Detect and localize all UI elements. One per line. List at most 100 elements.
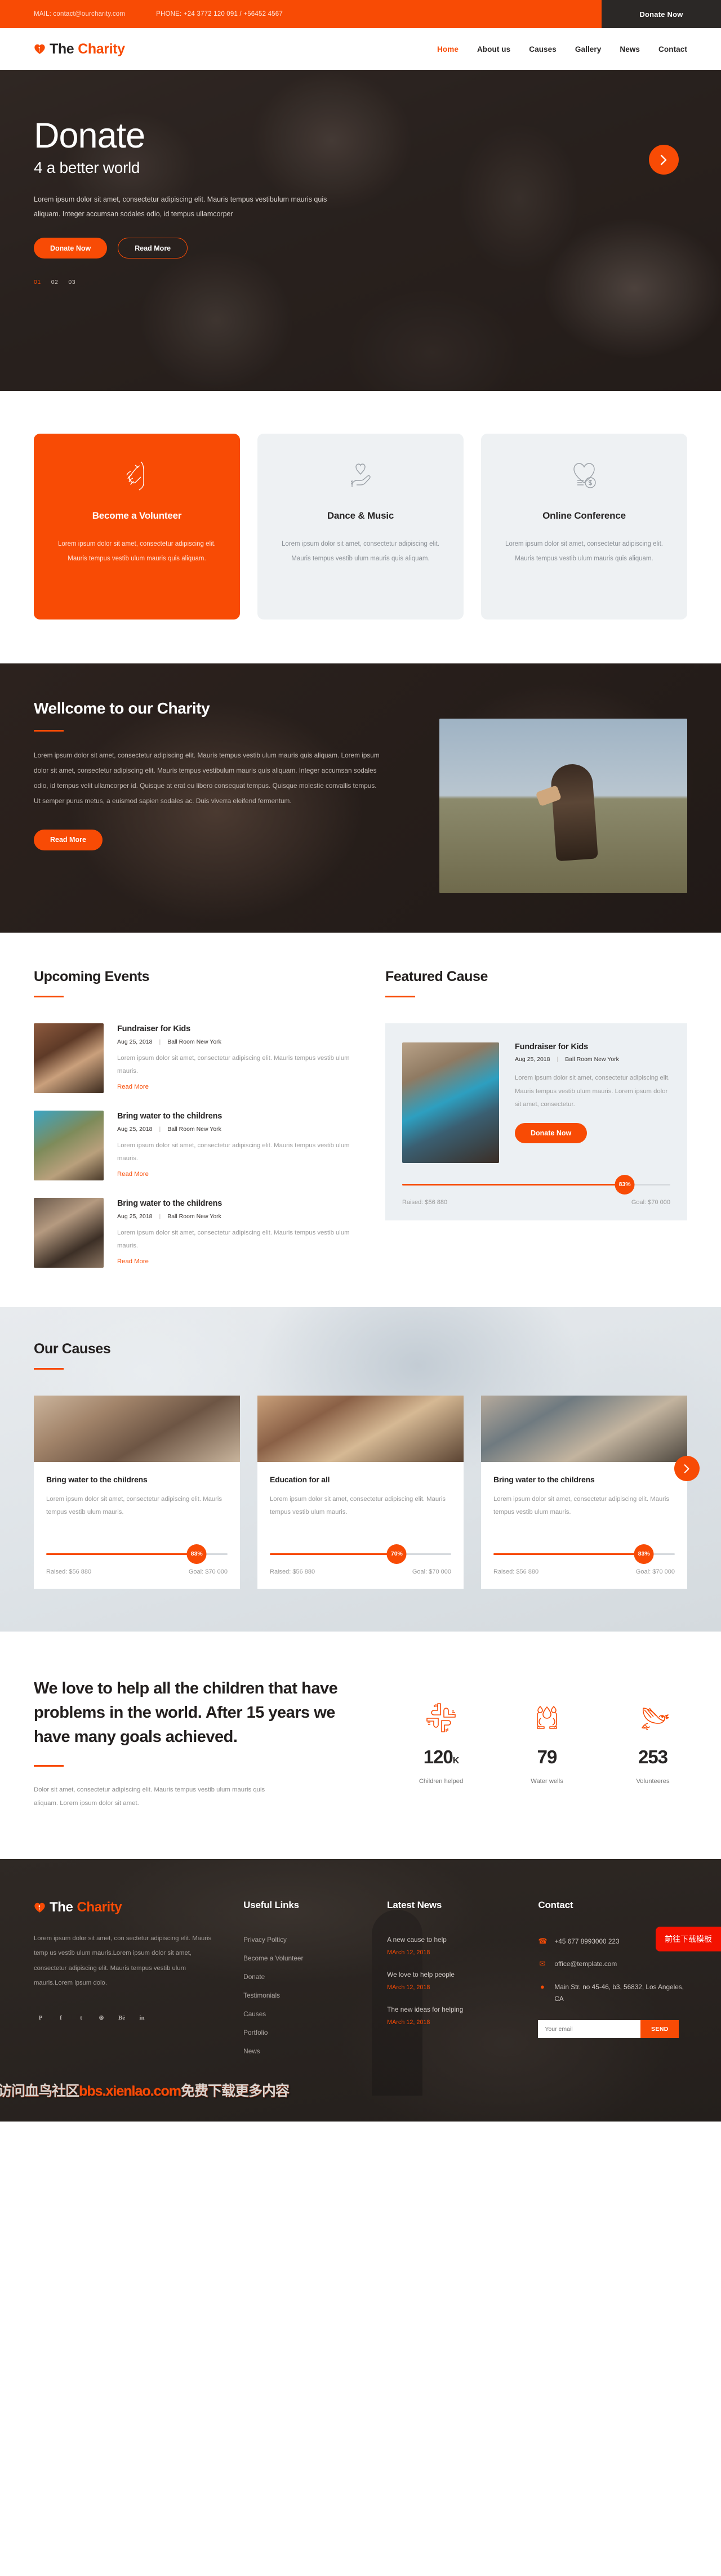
event-list-item[interactable]: Fundraiser for Kids Aug 25, 2018 | Ball … bbox=[34, 1023, 356, 1093]
footer-logo-the: The bbox=[50, 1899, 73, 1915]
topbar-donate-button[interactable]: Donate Now bbox=[602, 0, 721, 28]
topbar-mail: MAIL: contact@ourcharity.com bbox=[34, 11, 126, 17]
welcome-paragraph: Lorem ipsum dolor sit amet, consectetur … bbox=[34, 751, 380, 805]
newsletter-email-input[interactable] bbox=[538, 2020, 641, 2039]
event-readmore-link[interactable]: Read More bbox=[117, 1084, 149, 1090]
cause-title: Education for all bbox=[270, 1475, 330, 1484]
footer-link-testimonials[interactable]: Testimonials bbox=[243, 1991, 369, 1999]
site-logo[interactable]: The Charity bbox=[34, 41, 125, 57]
hero-slide-01[interactable]: 01 bbox=[34, 279, 41, 286]
hero-readmore-button[interactable]: Read More bbox=[118, 238, 188, 259]
cause-progress-bar: 70% bbox=[270, 1544, 451, 1564]
footer-phone-text: +45 677 8993000 223 bbox=[554, 1937, 620, 1945]
welcome-image-subject bbox=[550, 763, 599, 861]
causes-next-button[interactable] bbox=[674, 1456, 700, 1481]
featured-donate-button[interactable]: Donate Now bbox=[515, 1123, 588, 1144]
footer-link-privacy[interactable]: Privacy Polticy bbox=[243, 1936, 369, 1944]
event-place: Ball Room New York bbox=[167, 1039, 221, 1045]
hero-next-slide-button[interactable] bbox=[649, 145, 679, 175]
cause-progress-bar: 83% bbox=[493, 1544, 675, 1564]
stat-value: 253 bbox=[638, 1746, 668, 1767]
chevron-right-icon bbox=[660, 154, 667, 165]
nav-item-about-us[interactable]: About us bbox=[477, 45, 510, 54]
footer-news-item[interactable]: A new cause to help MArch 12, 2018 bbox=[387, 1936, 520, 1956]
nav-item-news[interactable]: News bbox=[620, 45, 640, 54]
linkedin-icon[interactable]: in bbox=[135, 2011, 149, 2025]
watermark-site: bbs.xienlao.com bbox=[79, 2083, 181, 2099]
cause-progress-bar: 83% bbox=[46, 1544, 228, 1564]
hero-slider: Donate 4 a better world Lorem ipsum dolo… bbox=[0, 70, 721, 391]
footer-logo[interactable]: The Charity bbox=[34, 1900, 225, 1915]
cause-card[interactable]: Education for all Lorem ipsum dolor sit … bbox=[257, 1396, 464, 1589]
meta-separator: | bbox=[557, 1056, 559, 1063]
event-text: Lorem ipsum dolor sit amet, consectetur … bbox=[117, 1142, 350, 1162]
dribbble-icon[interactable]: ⊛ bbox=[95, 2011, 108, 2025]
progress-fill bbox=[493, 1553, 644, 1555]
cause-goal: Goal: $70 000 bbox=[412, 1568, 451, 1575]
footer-link-donate[interactable]: Donate bbox=[243, 1973, 369, 1981]
cause-text: Lorem ipsum dolor sit amet, consectetur … bbox=[46, 1496, 222, 1516]
event-title: Bring water to the childrens bbox=[117, 1112, 222, 1121]
welcome-readmore-button[interactable]: Read More bbox=[34, 829, 103, 850]
about-stats-section: We love to help all the children that ha… bbox=[0, 1632, 721, 1859]
footer-link-portfolio[interactable]: Portfolio bbox=[243, 2029, 369, 2036]
twitter-icon[interactable]: t bbox=[74, 2011, 88, 2025]
event-text: Lorem ipsum dolor sit amet, consectetur … bbox=[117, 1055, 350, 1075]
stat-value: 120 bbox=[423, 1746, 453, 1767]
cause-card[interactable]: Bring water to the childrens Lorem ipsum… bbox=[34, 1396, 240, 1589]
event-list-item[interactable]: Bring water to the childrens Aug 25, 201… bbox=[34, 1198, 356, 1268]
meta-separator: | bbox=[159, 1039, 161, 1045]
logo-text-charity: Charity bbox=[78, 41, 125, 57]
footer-news-item[interactable]: The new ideas for helping MArch 12, 2018 bbox=[387, 2005, 520, 2026]
footer-news-date: MArch 12, 2018 bbox=[387, 2018, 430, 2026]
event-readmore-link[interactable]: Read More bbox=[117, 1258, 149, 1265]
facebook-icon[interactable]: f bbox=[54, 2011, 68, 2025]
hero-slide-03[interactable]: 03 bbox=[68, 279, 75, 286]
featured-cause-date: Aug 25, 2018 bbox=[515, 1056, 550, 1063]
nav-item-home[interactable]: Home bbox=[437, 45, 459, 54]
footer-news-item[interactable]: We love to help people MArch 12, 2018 bbox=[387, 1971, 520, 1991]
title-underline bbox=[385, 996, 415, 997]
footer-link-volunteer[interactable]: Become a Volunteer bbox=[243, 1954, 369, 1962]
pinterest-icon[interactable]: P bbox=[34, 2011, 47, 2025]
logo-text-the: The bbox=[50, 41, 74, 57]
hero-donate-button[interactable]: Donate Now bbox=[34, 238, 108, 259]
title-underline bbox=[34, 730, 64, 732]
nav-item-gallery[interactable]: Gallery bbox=[575, 45, 601, 54]
behance-icon[interactable]: Bē bbox=[115, 2011, 128, 2025]
top-bar: MAIL: contact@ourcharity.com PHONE: +24 … bbox=[0, 0, 721, 28]
site-footer: The Charity Lorem ipsum dolor sit amet, c… bbox=[0, 1859, 721, 2122]
hero-slide-02[interactable]: 02 bbox=[51, 279, 59, 286]
download-template-badge[interactable]: 前往下载模板 bbox=[656, 1926, 721, 1951]
welcome-title: Wellcome to our Charity bbox=[34, 699, 210, 717]
footer-description: Lorem ipsum dolor sit amet, con sectetur… bbox=[34, 1935, 212, 1987]
footer-link-news[interactable]: News bbox=[243, 2047, 369, 2055]
nav-item-contact[interactable]: Contact bbox=[658, 45, 687, 54]
footer-logo-charity: Charity bbox=[77, 1899, 122, 1915]
footer-brand-column: The Charity Lorem ipsum dolor sit amet, c… bbox=[34, 1900, 225, 2055]
service-text: Lorem ipsum dolor sit amet, consectetur … bbox=[282, 541, 439, 563]
phone-icon: ☎ bbox=[538, 1936, 548, 1945]
event-readmore-link[interactable]: Read More bbox=[117, 1171, 149, 1178]
events-and-featured-section: Upcoming Events Fundraiser for Kids Aug … bbox=[0, 933, 721, 1307]
service-card-dance-music[interactable]: Dance & Music Lorem ipsum dolor sit amet… bbox=[257, 434, 464, 620]
hero-buttons: Donate Now Read More bbox=[34, 238, 687, 259]
service-card-online-conference[interactable]: Online Conference Lorem ipsum dolor sit … bbox=[481, 434, 687, 620]
stat-children-helped: 120K Children helped bbox=[407, 1699, 475, 1811]
event-thumbnail bbox=[34, 1023, 104, 1093]
event-date: Aug 25, 2018 bbox=[117, 1039, 153, 1045]
service-card-volunteer[interactable]: Become a Volunteer Lorem ipsum dolor sit… bbox=[34, 434, 240, 620]
our-causes-section: Our Causes Bring water to the childrens … bbox=[0, 1307, 721, 1632]
cause-card[interactable]: Bring water to the childrens Lorem ipsum… bbox=[481, 1396, 687, 1589]
nav-links: Home About us Causes Gallery News Contac… bbox=[437, 45, 687, 54]
event-title: Bring water to the childrens bbox=[117, 1199, 222, 1208]
newsletter-send-button[interactable]: SEND bbox=[640, 2020, 679, 2039]
cause-text: Lorem ipsum dolor sit amet, consectetur … bbox=[270, 1496, 446, 1516]
event-list-item[interactable]: Bring water to the childrens Aug 25, 201… bbox=[34, 1111, 356, 1180]
main-navbar: The Charity Home About us Causes Gallery … bbox=[0, 28, 721, 70]
footer-link-causes[interactable]: Causes bbox=[243, 2010, 369, 2018]
footer-news-title: A new cause to help bbox=[387, 1935, 447, 1944]
nav-item-causes[interactable]: Causes bbox=[529, 45, 557, 54]
featured-cause-name: Fundraiser for Kids bbox=[515, 1042, 588, 1051]
service-title: Dance & Music bbox=[327, 510, 394, 521]
